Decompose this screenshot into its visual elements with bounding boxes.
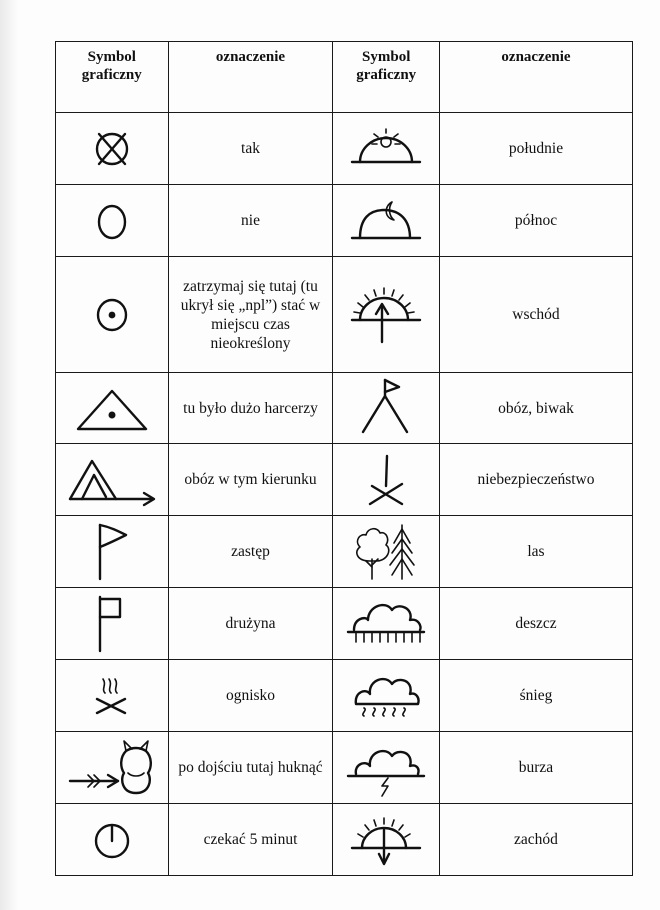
symbol-cell: [332, 659, 440, 732]
trees-icon: [356, 523, 415, 580]
symbol-cell: [332, 443, 440, 516]
symbol-cell: [55, 587, 169, 660]
meaning-cell: deszcz: [438, 587, 634, 660]
symbol-cell: [55, 184, 169, 257]
campfire-icon: [95, 677, 126, 714]
table-row: nie północ: [55, 184, 634, 257]
meaning-cell: tu było dużo harcerzy: [167, 372, 334, 444]
meaning-cell: obóz w tym kierunku: [167, 443, 334, 516]
table-row: tak południe: [55, 112, 634, 185]
meaning-cell: zastęp: [167, 515, 334, 588]
symbol-cell: [55, 112, 169, 185]
symbol-cell: [55, 372, 169, 444]
meaning-cell: zatrzymaj się tutaj (tu ukrył się „npl”)…: [167, 256, 334, 373]
meaning-cell: zachód: [438, 803, 634, 876]
table-row: ognisko śnieg: [55, 659, 634, 732]
header-row: Symbol graficzny oznaczenie Symbol grafi…: [55, 41, 634, 113]
meaning-cell: po dojściu tutaj huknąć: [167, 731, 334, 804]
triangle-flag-icon: [361, 378, 409, 434]
symbol-cell: [332, 587, 440, 660]
tent-arrow-icon: [68, 459, 155, 506]
table-row: czekać 5 minut zachód: [55, 803, 634, 876]
header-meaning-right: oznaczenie: [438, 41, 634, 113]
page-edge-shadow: [0, 0, 18, 910]
meaning-cell: południe: [438, 112, 634, 185]
meaning-cell: obóz, biwak: [438, 372, 634, 444]
meaning-cell: tak: [167, 112, 334, 185]
meaning-cell: nie: [167, 184, 334, 257]
meaning-cell: niebezpieczeństwo: [438, 443, 634, 516]
clock-icon: [94, 823, 129, 858]
sunrise-noon-icon: [350, 127, 422, 163]
meaning-cell: burza: [438, 731, 634, 804]
table-row: zatrzymaj się tutaj (tu ukrył się „npl”)…: [55, 256, 634, 373]
meaning-cell: ognisko: [167, 659, 334, 732]
circle-cross-icon: [95, 132, 128, 165]
symbol-cell: [55, 256, 169, 373]
triangle-dot-icon: [76, 389, 147, 431]
storm-cloud-icon: [346, 749, 426, 797]
symbol-cell: [55, 731, 169, 804]
table-row: po dojściu tutaj huknąć burza: [55, 731, 634, 804]
symbol-cell: [332, 184, 440, 257]
symbol-legend-table: Symbol graficzny oznaczenie Symbol grafi…: [55, 41, 634, 876]
moon-hill-icon: [350, 200, 422, 239]
meaning-cell: północ: [438, 184, 634, 257]
owl-arrow-icon: [68, 739, 152, 794]
header-meaning-left: oznaczenie: [167, 41, 334, 113]
symbol-cell: [55, 803, 169, 876]
symbol-cell: [332, 112, 440, 185]
symbol-cell: [332, 256, 440, 373]
meaning-cell: czekać 5 minut: [167, 803, 334, 876]
table-row: drużyna deszcz: [55, 587, 634, 660]
circle-icon: [97, 204, 126, 239]
table-row: obóz w tym kierunku niebezpieczeństwo: [55, 443, 634, 516]
table-row: tu było dużo harcerzy obóz, biwak: [55, 372, 634, 444]
meaning-cell: śnieg: [438, 659, 634, 732]
symbol-cell: [55, 659, 169, 732]
meaning-cell: las: [438, 515, 634, 588]
sun-arrow-down-icon: [350, 816, 422, 865]
symbol-cell: [332, 731, 440, 804]
sun-arrow-up-icon: [350, 286, 422, 343]
symbol-cell: [332, 803, 440, 876]
table-row: zastęp las: [55, 515, 634, 588]
rain-cloud-icon: [346, 603, 426, 643]
circle-dot-icon: [96, 298, 127, 331]
snow-cloud-icon: [354, 677, 420, 717]
meaning-cell: drużyna: [167, 587, 334, 660]
symbol-cell: [332, 515, 440, 588]
square-flag-icon: [98, 595, 121, 652]
danger-cross-icon: [368, 454, 404, 505]
pennant-flag-icon: [98, 523, 127, 580]
symbol-cell: [332, 372, 440, 444]
header-symbol-left: Symbol graficzny: [55, 41, 169, 113]
symbol-cell: [55, 443, 169, 516]
symbol-cell: [55, 515, 169, 588]
header-symbol-right: Symbol graficzny: [332, 41, 440, 113]
meaning-cell: wschód: [438, 256, 634, 373]
